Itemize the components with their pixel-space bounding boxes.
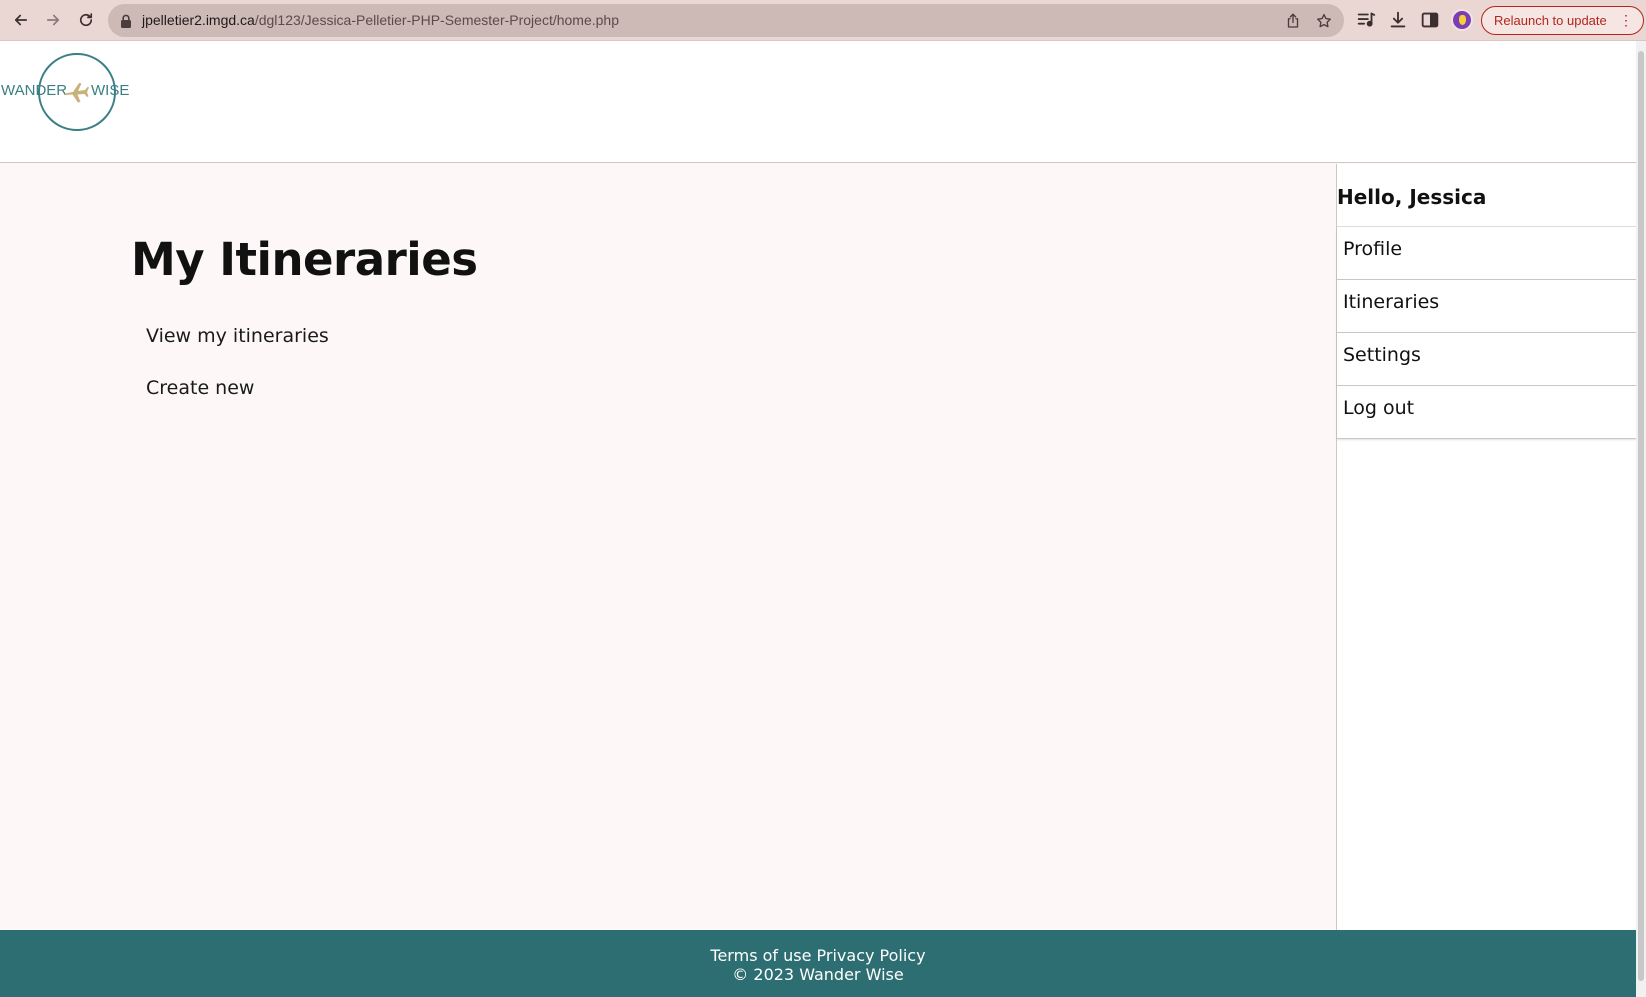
address-bar[interactable]: jpelletier2.imgd.ca/dgl123/Jessica-Pelle… bbox=[108, 4, 1344, 37]
url-host: jpelletier2.imgd.ca bbox=[142, 12, 255, 28]
view-itineraries-link[interactable]: View my itineraries bbox=[146, 325, 329, 347]
download-icon[interactable] bbox=[1387, 9, 1409, 31]
copyright-text: © 2023 Wander Wise bbox=[732, 965, 904, 984]
sidebar-item-log-out[interactable]: Log out bbox=[1337, 386, 1637, 439]
reload-icon[interactable] bbox=[70, 4, 102, 36]
create-new-link[interactable]: Create new bbox=[146, 377, 254, 399]
main-content: My Itineraries View my itineraries Creat… bbox=[0, 164, 1336, 930]
sidebar-item-label: Settings bbox=[1343, 344, 1421, 366]
media-icon[interactable] bbox=[1355, 9, 1377, 31]
url-path: /dgl123/Jessica-Pelletier-PHP-Semester-P… bbox=[254, 12, 620, 28]
sidebar-item-itineraries[interactable]: Itineraries bbox=[1337, 280, 1637, 333]
site-header: WANDER WISE bbox=[0, 41, 1636, 163]
sidebar-item-settings[interactable]: Settings bbox=[1337, 333, 1637, 386]
sidebar-item-label: Profile bbox=[1343, 238, 1403, 260]
sidebar-item-label: Log out bbox=[1343, 397, 1415, 419]
more-vert-icon[interactable]: ⋮ bbox=[1619, 12, 1633, 29]
star-icon[interactable] bbox=[1315, 12, 1333, 30]
airplane-icon bbox=[65, 83, 89, 103]
site-footer: Terms of use Privacy Policy © 2023 Wande… bbox=[0, 930, 1636, 997]
lock-icon[interactable] bbox=[120, 14, 132, 28]
profile-avatar[interactable] bbox=[1451, 9, 1473, 31]
forward-arrow-icon[interactable] bbox=[37, 4, 69, 36]
back-arrow-icon[interactable] bbox=[5, 4, 37, 36]
page-scrollbar[interactable] bbox=[1636, 41, 1646, 997]
sidebar-item-label: Itineraries bbox=[1343, 291, 1440, 313]
logo-word-wander: WANDER bbox=[1, 82, 68, 99]
wander-wise-logo[interactable]: WANDER WISE bbox=[0, 53, 130, 133]
footer-links: Terms of use Privacy Policy bbox=[0, 946, 1636, 965]
logo-word-wise: WISE bbox=[91, 82, 130, 99]
sidebar-item-profile[interactable]: Profile bbox=[1337, 227, 1637, 280]
greeting: Hello, Jessica bbox=[1337, 185, 1637, 227]
share-icon[interactable] bbox=[1284, 12, 1302, 30]
scrollbar-thumb[interactable] bbox=[1638, 51, 1644, 981]
privacy-policy-link[interactable]: Privacy Policy bbox=[817, 946, 926, 965]
relaunch-button[interactable]: Relaunch to update ⋮ bbox=[1481, 6, 1644, 35]
url-text[interactable]: jpelletier2.imgd.ca/dgl123/Jessica-Pelle… bbox=[142, 12, 619, 28]
side-panel-icon[interactable] bbox=[1419, 9, 1441, 31]
browser-toolbar: jpelletier2.imgd.ca/dgl123/Jessica-Pelle… bbox=[0, 0, 1646, 41]
relaunch-label: Relaunch to update bbox=[1494, 13, 1607, 28]
page-title: My Itineraries bbox=[131, 233, 478, 286]
terms-of-use-link[interactable]: Terms of use bbox=[710, 946, 811, 965]
user-sidebar: Hello, Jessica Profile Itineraries Setti… bbox=[1336, 164, 1637, 930]
